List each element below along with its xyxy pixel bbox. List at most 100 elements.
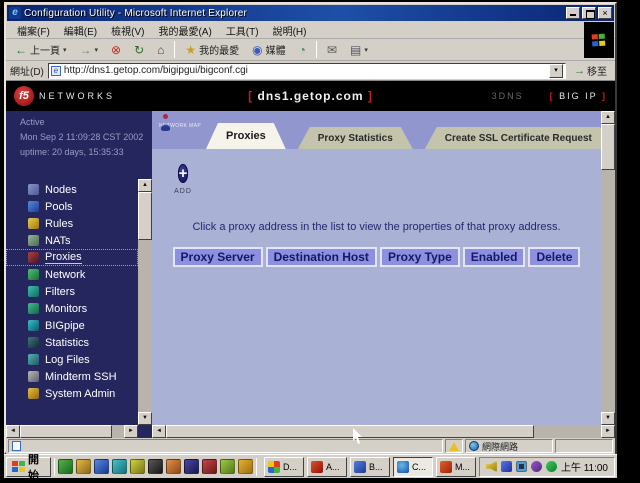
stop-icon: ⊗ <box>111 43 121 57</box>
address-input[interactable]: e http://dns1.getop.com/bigipgui/bigconf… <box>48 63 566 79</box>
stop-button[interactable]: ⊗ <box>106 40 126 59</box>
back-button[interactable]: ← 上一頁 ▾ <box>10 40 72 59</box>
sidebar-horizontal-scrollbar[interactable]: ◄ ► <box>6 425 138 438</box>
menu-help[interactable]: 說明(H) <box>266 22 314 39</box>
sidebar-item-mindterm-ssh[interactable]: Mindterm SSH <box>6 368 138 385</box>
windows-logo-icon <box>12 461 25 472</box>
task-button[interactable]: A... <box>307 457 347 477</box>
scrollbar-thumb[interactable] <box>601 124 615 170</box>
address-dropdown-icon[interactable]: ▾ <box>549 64 563 78</box>
scroll-left-icon[interactable]: ◄ <box>6 425 20 438</box>
task-button[interactable]: B... <box>350 457 390 477</box>
sidebar-item-filters[interactable]: Filters <box>6 283 138 300</box>
quicklaunch-icon[interactable] <box>94 459 109 474</box>
scrollbar-thumb[interactable] <box>20 425 112 438</box>
messenger-icon[interactable] <box>501 461 512 472</box>
tray-app-icon[interactable] <box>531 461 542 472</box>
quicklaunch-icon[interactable] <box>112 459 127 474</box>
log-files-icon <box>28 354 39 365</box>
sidebar-item-system-admin[interactable]: System Admin <box>6 385 138 402</box>
quicklaunch-icon[interactable] <box>58 459 73 474</box>
menu-tools[interactable]: 工具(T) <box>219 22 266 39</box>
sidebar-item-bigpipe[interactable]: BIGpipe <box>6 317 138 334</box>
forward-dropdown-icon[interactable]: ▾ <box>95 46 99 54</box>
start-button[interactable]: 開始 <box>6 457 51 477</box>
sidebar-vertical-scrollbar[interactable]: ▲ ▼ <box>138 179 152 425</box>
menu-favorites[interactable]: 我的最愛(A) <box>151 22 218 39</box>
add-proxy-button[interactable]: + <box>178 164 189 183</box>
sidebar-item-nodes[interactable]: Nodes <box>6 181 138 198</box>
media-button[interactable]: ◉ 媒體 <box>247 40 290 59</box>
quicklaunch-icon[interactable] <box>220 459 235 474</box>
go-icon: → <box>574 65 585 77</box>
task-button[interactable]: M... <box>436 457 476 477</box>
scrollbar-thumb[interactable] <box>166 425 534 438</box>
tab-create-ssl-certificate-request[interactable]: Create SSL Certificate Request <box>425 127 612 149</box>
sidebar-item-log-files[interactable]: Log Files <box>6 351 138 368</box>
main-vertical-scrollbar[interactable]: ▲ ▼ <box>601 111 615 425</box>
main-horizontal-scrollbar[interactable]: ◄ ► <box>152 425 615 438</box>
menu-edit[interactable]: 編輯(E) <box>57 22 104 39</box>
print-button[interactable]: ▤▾ <box>345 40 373 59</box>
back-dropdown-icon[interactable]: ▾ <box>63 46 67 54</box>
toolbar-separator <box>316 41 317 58</box>
scroll-up-icon[interactable]: ▲ <box>138 179 152 192</box>
scroll-right-icon[interactable]: ► <box>124 425 138 438</box>
volume-icon[interactable] <box>486 461 497 472</box>
title-bar[interactable]: e Configuration Utility - Microsoft Inte… <box>7 5 614 21</box>
column-proxy-server: Proxy Server <box>173 247 263 267</box>
taskbar-clock: 上午 11:00 <box>561 459 608 474</box>
navigation-frame: Nodes Pools Rules NATs Proxies Network F… <box>6 179 152 438</box>
frameset: Active Mon Sep 2 11:09:28 CST 2002 uptim… <box>6 111 615 438</box>
close-button[interactable]: × <box>598 7 612 19</box>
scroll-down-icon[interactable]: ▼ <box>601 412 615 425</box>
quicklaunch-icon[interactable] <box>184 459 199 474</box>
quicklaunch-icon[interactable] <box>76 459 91 474</box>
network-map-button[interactable]: NETWORK MAP <box>157 114 203 132</box>
home-button[interactable]: ⌂ <box>152 40 169 59</box>
history-button[interactable]: ◔ <box>294 40 311 59</box>
tray-app-icon[interactable] <box>546 461 557 472</box>
sidebar-item-network[interactable]: Network <box>6 266 138 283</box>
quicklaunch-icon[interactable] <box>238 459 253 474</box>
menu-file[interactable]: 檔案(F) <box>10 22 57 39</box>
mail-icon: ✉ <box>327 43 337 57</box>
task-button[interactable]: D... <box>264 457 304 477</box>
history-icon: ◔ <box>299 43 306 57</box>
scroll-up-icon[interactable]: ▲ <box>601 111 615 124</box>
scrollbar-thumb[interactable] <box>138 192 152 240</box>
scroll-down-icon[interactable]: ▼ <box>138 412 152 425</box>
nats-icon <box>28 235 39 246</box>
forward-button[interactable]: → ▾ <box>75 40 104 59</box>
quicklaunch-icon[interactable] <box>202 459 217 474</box>
address-url[interactable]: http://dns1.getop.com/bigipgui/bigconf.c… <box>64 65 549 76</box>
refresh-button[interactable]: ↻ <box>129 40 149 59</box>
scroll-right-icon[interactable]: ► <box>601 425 615 438</box>
tab-proxy-statistics[interactable]: Proxy Statistics <box>298 127 413 149</box>
quicklaunch-icon[interactable] <box>130 459 145 474</box>
quicklaunch-icon[interactable] <box>148 459 163 474</box>
scroll-left-icon[interactable]: ◄ <box>152 425 166 438</box>
favorites-button[interactable]: ★ 我的最愛 <box>180 40 244 59</box>
task-button-active[interactable]: C... <box>393 457 433 477</box>
app-icon <box>354 461 366 473</box>
sidebar: Active Mon Sep 2 11:09:28 CST 2002 uptim… <box>6 111 152 438</box>
quicklaunch-icon[interactable] <box>166 459 181 474</box>
menu-view[interactable]: 檢視(V) <box>104 22 151 39</box>
display-icon[interactable] <box>516 461 527 472</box>
tab-proxies[interactable]: Proxies <box>206 123 286 149</box>
sidebar-item-proxies[interactable]: Proxies <box>6 249 138 266</box>
sidebar-item-pools[interactable]: Pools <box>6 198 138 215</box>
app-icon <box>268 461 280 473</box>
status-uptime: uptime: 20 days, 15:35:33 <box>20 147 152 157</box>
sidebar-item-nats[interactable]: NATs <box>6 232 138 249</box>
sidebar-item-monitors[interactable]: Monitors <box>6 300 138 317</box>
go-button[interactable]: → 移至 <box>570 63 611 78</box>
maximize-button[interactable] <box>582 7 596 19</box>
sidebar-item-rules[interactable]: Rules <box>6 215 138 232</box>
home-icon: ⌂ <box>157 43 164 57</box>
mindterm-ssh-icon <box>28 371 39 382</box>
sidebar-item-statistics[interactable]: Statistics <box>6 334 138 351</box>
minimize-button[interactable] <box>566 7 580 19</box>
mail-button[interactable]: ✉ <box>322 40 342 59</box>
